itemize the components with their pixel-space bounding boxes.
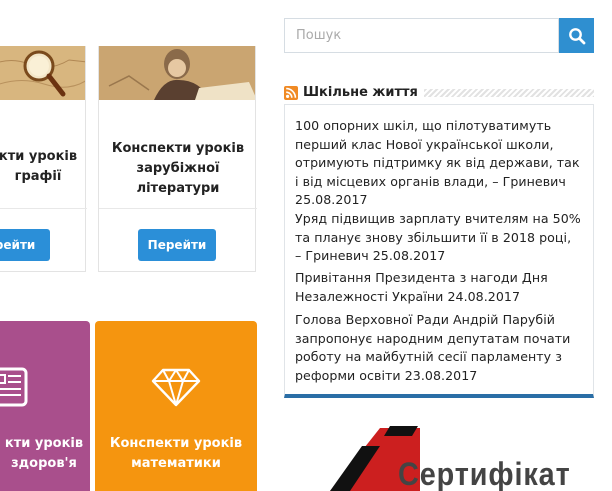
widget-header: Шкільне життя [284, 84, 594, 102]
news-line: роботу на майбутній сесії парламенту з [295, 349, 562, 365]
search-button[interactable] [559, 18, 594, 53]
news-link[interactable]: Голова Верховної Ради Андрій Парубій зап… [295, 311, 585, 385]
diamond-icon [151, 368, 201, 407]
news-line: Незалежності України 24.08.2017 [295, 288, 521, 304]
tile-title-line: математики [131, 456, 221, 471]
literature-card-image [99, 46, 255, 100]
banner-text: Сертифікат [398, 456, 571, 491]
widget-header-pattern [419, 89, 594, 97]
card-title-line: графії [14, 169, 62, 184]
geography-go-button[interactable]: ерейти [0, 229, 50, 261]
card-title-line: кти уроків [0, 149, 78, 164]
news-link[interactable]: Уряд підвищив зарплату вчителям на 50% т… [295, 210, 585, 266]
course-tile-math[interactable]: Конспекти уроків математики [95, 321, 257, 491]
course-tile-health[interactable]: кти уроків здоров'я [0, 321, 90, 491]
news-line: Голова Верховної Ради Андрій Парубій [295, 312, 556, 327]
news-line: отримують підтримку як від держави, так [295, 155, 580, 171]
tile-title-line: кти уроків [4, 436, 84, 451]
news-line: перший клас Нової української школи, [295, 136, 554, 152]
news-line: 100 опорних шкіл, що пілотуватимуть [295, 118, 552, 133]
card-title-line: літератури [136, 181, 220, 196]
news-link[interactable]: 100 опорних шкіл, що пілотуватимуть перш… [295, 117, 585, 210]
geography-card-image [0, 46, 85, 100]
news-link[interactable]: Привітання Президента з нагоди Дня Незал… [295, 269, 585, 306]
tile-title-line: Конспекти уроків [109, 436, 243, 451]
news-line: та планує знову збільшити її в 2018 році… [295, 229, 572, 245]
widget-title: Шкільне життя [303, 84, 424, 101]
news-line: 25.08.2017 [295, 192, 368, 208]
search-input[interactable]: Пошук [284, 18, 559, 53]
certificate-banner[interactable]: Сертифікат [300, 422, 600, 491]
search-icon [568, 27, 585, 44]
card-title-line: Конспекти уроків [111, 141, 245, 156]
literature-go-button[interactable]: Перейти [138, 229, 216, 261]
news-line: Привітання Президента з нагоди Дня [295, 270, 548, 285]
news-line: запропонує народним депутатам почати [295, 330, 571, 346]
news-line: і від місцевих органів влади, – Гриневич [295, 173, 566, 189]
tile-title-line: здоров'я [11, 456, 77, 471]
news-line: реформи освіти 23.08.2017 [295, 367, 478, 383]
news-line: – Гриневич 25.08.2017 [295, 248, 446, 264]
document-icon [0, 367, 28, 407]
rss-icon [284, 86, 298, 100]
news-list: 100 опорних шкіл, що пілотуватимуть перш… [284, 104, 594, 398]
card-title-line: зарубіжної [136, 161, 220, 176]
news-line: Уряд підвищив зарплату вчителям на 50% [295, 211, 581, 226]
